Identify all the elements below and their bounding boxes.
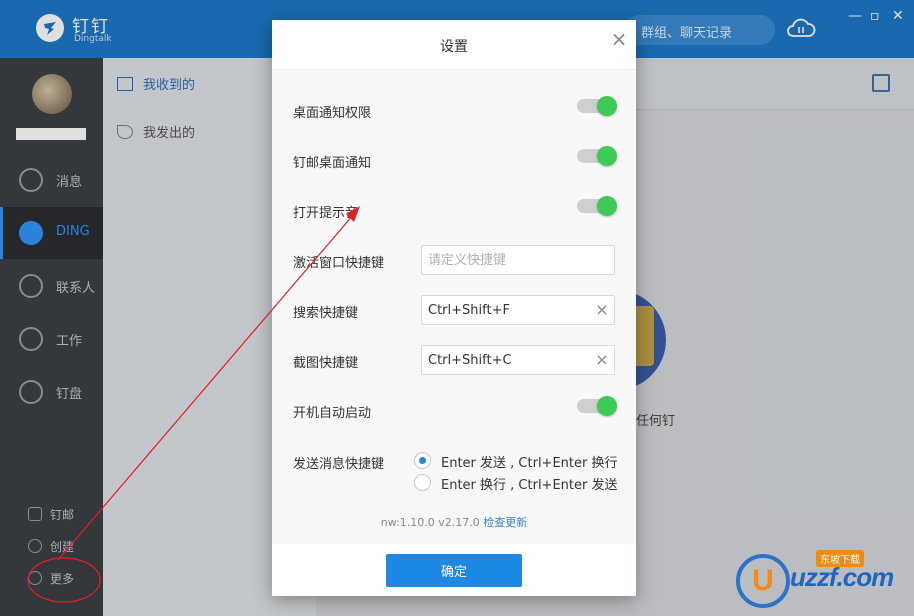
activate-shortcut-field[interactable] <box>421 245 615 275</box>
radio-dot[interactable] <box>414 474 431 491</box>
settings-dialog: 设置 × 桌面通知权限 钉邮桌面通知 打开提示音 激活窗口快捷键 搜索快捷键 ×… <box>272 20 636 596</box>
version-text: nw:1.10.0 v2.17.0 <box>380 516 480 529</box>
desktop-notify-toggle[interactable] <box>577 96 617 116</box>
check-update-link[interactable]: 检查更新 <box>483 516 527 529</box>
radio-label: Enter 换行 , Ctrl+Enter 发送 <box>441 478 618 493</box>
activate-shortcut-input[interactable] <box>422 246 590 274</box>
watermark-logo: U <box>736 554 790 608</box>
desktop-notify-label: 桌面通知权限 <box>293 106 372 121</box>
sound-toggle[interactable] <box>577 196 617 216</box>
close-icon[interactable]: × <box>610 29 628 49</box>
screenshot-shortcut-input[interactable] <box>422 346 590 374</box>
activate-shortcut-label: 激活窗口快捷键 <box>293 256 385 271</box>
search-shortcut-input[interactable] <box>422 296 590 324</box>
autostart-toggle[interactable] <box>577 396 617 416</box>
version-line: nw:1.10.0 v2.17.0 检查更新 <box>272 514 636 530</box>
watermark-text: uzzf.com <box>790 562 894 592</box>
autostart-label: 开机自动启动 <box>293 406 372 421</box>
settings-body: 桌面通知权限 钉邮桌面通知 打开提示音 激活窗口快捷键 搜索快捷键 × 截图快捷… <box>272 70 636 544</box>
radio-label: Enter 发送 , Ctrl+Enter 换行 <box>441 456 618 471</box>
send-shortcut-label: 发送消息快捷键 <box>293 457 385 472</box>
dialog-footer: 确定 <box>272 544 636 596</box>
search-shortcut-label: 搜索快捷键 <box>293 306 359 321</box>
site-watermark: U 东坡下载 uzzf.com <box>726 548 914 616</box>
screenshot-shortcut-label: 截图快捷键 <box>293 356 359 371</box>
sound-label: 打开提示音 <box>293 206 359 221</box>
dialog-title: 设置 <box>440 39 468 55</box>
clear-icon[interactable]: × <box>594 302 610 318</box>
mail-notify-toggle[interactable] <box>577 146 617 166</box>
screenshot-shortcut-field[interactable]: × <box>421 345 615 375</box>
confirm-button[interactable]: 确定 <box>386 554 522 587</box>
mail-notify-label: 钉邮桌面通知 <box>293 156 372 171</box>
radio-dot[interactable] <box>414 452 431 469</box>
search-shortcut-field[interactable]: × <box>421 295 615 325</box>
clear-icon[interactable]: × <box>594 352 610 368</box>
